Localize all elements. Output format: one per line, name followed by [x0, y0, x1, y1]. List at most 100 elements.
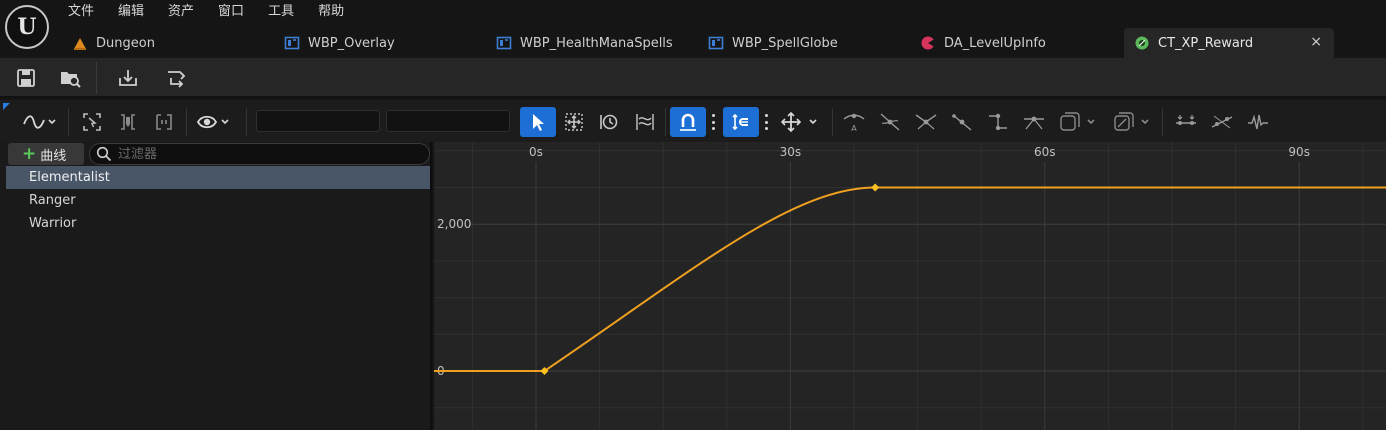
elementalist-curve[interactable]: [434, 186, 1386, 372]
user-tangent-icon: [880, 113, 900, 131]
auto-tangent-button[interactable]: A: [838, 107, 870, 137]
tab-wbp-spellglobe[interactable]: WBP_SpellGlobe: [698, 28, 898, 58]
save-icon[interactable]: [14, 66, 38, 90]
tab-label: Dungeon: [96, 35, 155, 51]
tab-label: DA_LevelUpInfo: [944, 35, 1046, 51]
select-tool-button[interactable]: [520, 107, 556, 137]
user-tangent-button[interactable]: [874, 107, 906, 137]
multi-curve-tool-button[interactable]: [629, 107, 661, 137]
major-grid: [470, 162, 1386, 430]
key-time-field[interactable]: [256, 110, 380, 132]
auto-tangent-icon: A: [843, 113, 865, 133]
magnet-icon: [680, 113, 696, 131]
pre-infinity-dropdown[interactable]: [1056, 107, 1100, 137]
retime-icon: [600, 114, 618, 130]
key-points: [540, 183, 880, 375]
snap-value-button[interactable]: [670, 107, 706, 137]
reimport-icon[interactable]: [164, 66, 188, 90]
transform-icon: [565, 113, 583, 131]
toolbar-divider: [832, 108, 833, 136]
break-tangent-button[interactable]: [910, 107, 942, 137]
menu-asset[interactable]: 资产: [156, 2, 206, 22]
close-tab-icon[interactable]: ×: [1310, 34, 1322, 50]
toolbar-divider: [186, 108, 187, 136]
curve-key-point[interactable]: [871, 183, 880, 192]
menu-tools[interactable]: 工具: [256, 2, 306, 22]
tab-wbp-overlay[interactable]: WBP_Overlay: [274, 28, 474, 58]
curve-filter-icon: [1248, 114, 1268, 130]
browse-asset-icon[interactable]: [58, 66, 82, 90]
y-tick-label: 2,000: [437, 217, 471, 231]
svg-text:A: A: [851, 124, 857, 133]
eye-icon: [196, 115, 229, 129]
unreal-logo-icon[interactable]: U: [5, 5, 49, 49]
axis-snap-dropdown[interactable]: [778, 107, 822, 137]
menu-bar: 文件 编辑 资产 窗口 工具 帮助: [56, 2, 356, 22]
tab-dungeon[interactable]: Dungeon: [62, 28, 262, 58]
curve-graph-view[interactable]: 0s 30s 60s 90s 2,000 0: [434, 142, 1386, 430]
visibility-dropdown[interactable]: [194, 107, 234, 137]
toolbar-divider: [1162, 108, 1163, 136]
multi-curve-icon: [636, 114, 654, 130]
menu-file[interactable]: 文件: [56, 2, 106, 22]
curve-table-icon: [1135, 36, 1149, 50]
tab-ct-xp-reward[interactable]: CT_XP_Reward ×: [1124, 28, 1334, 58]
asset-toolbar: [0, 58, 1386, 98]
tab-wbp-healthmanaspells[interactable]: WBP_HealthManaSpells: [486, 28, 686, 58]
post-infinity-dropdown[interactable]: [1110, 107, 1154, 137]
curve-filter-button[interactable]: [1242, 107, 1274, 137]
data-asset-icon: [921, 36, 935, 50]
curve-row-ranger[interactable]: Ranger: [6, 189, 430, 212]
widget-blueprint-icon: [708, 36, 724, 50]
transform-tool-button[interactable]: [558, 107, 590, 137]
retime-tool-button[interactable]: [593, 107, 625, 137]
frame-horizontal-button[interactable]: [112, 107, 144, 137]
cursor-icon: [533, 114, 544, 131]
toolbar-divider: [96, 62, 97, 94]
frame-horizontal-icon: [121, 114, 135, 130]
tab-label: WBP_SpellGlobe: [732, 35, 838, 51]
flatten-keys-button[interactable]: [1170, 107, 1202, 137]
frame-selection-button[interactable]: [76, 107, 108, 137]
import-icon[interactable]: [116, 66, 140, 90]
tick-labels: 0s 30s 60s 90s2,0000: [437, 145, 1310, 378]
flatten-tangent-button[interactable]: [1018, 107, 1050, 137]
curve-view-icon: [23, 115, 56, 129]
flatten-keys-icon: [1176, 115, 1196, 125]
straighten-keys-button[interactable]: [1206, 107, 1238, 137]
curve-view-mode-dropdown[interactable]: [20, 107, 60, 137]
curve-table-editor: U 文件 编辑 资产 窗口 工具 帮助 Dungeon WBP_Overlay …: [0, 0, 1386, 430]
x-tick-label: 0s: [529, 145, 543, 159]
curve-list: Elementalist Ranger Warrior: [6, 166, 430, 235]
toolbar-divider: [246, 108, 247, 136]
title-bar: U 文件 编辑 资产 窗口 工具 帮助 Dungeon WBP_Overlay …: [0, 0, 1386, 58]
break-tangent-icon: [915, 114, 937, 130]
key-value-field[interactable]: [386, 110, 510, 132]
constant-tangent-button[interactable]: [982, 107, 1014, 137]
curve-row-elementalist[interactable]: Elementalist: [6, 166, 430, 189]
snap-time-options[interactable]: [762, 110, 770, 134]
menu-edit[interactable]: 编辑: [106, 2, 156, 22]
linear-tangent-button[interactable]: [946, 107, 978, 137]
search-input[interactable]: [118, 146, 418, 162]
curve-row-warrior[interactable]: Warrior: [6, 212, 430, 235]
snap-value-options[interactable]: [709, 110, 717, 134]
minor-grid: [434, 142, 1386, 430]
tab-label: CT_XP_Reward: [1158, 35, 1254, 51]
menu-help[interactable]: 帮助: [306, 2, 356, 22]
move-axis-icon: [780, 111, 817, 133]
document-tabs: Dungeon WBP_Overlay WBP_HealthManaSpells…: [62, 28, 1386, 58]
toolbar-divider: [68, 108, 69, 136]
curve-editor-toolbar: A: [0, 100, 1386, 142]
frame-all-button[interactable]: [148, 107, 180, 137]
panel-corner-marker: [3, 103, 10, 110]
pre-infinity-icon: [1060, 112, 1095, 131]
snap-time-button[interactable]: [723, 107, 759, 137]
tab-da-levelupinfo[interactable]: DA_LevelUpInfo: [910, 28, 1110, 58]
menu-window[interactable]: 窗口: [206, 2, 256, 22]
frame-selection-icon: [83, 113, 101, 131]
add-curve-button[interactable]: + 曲线: [8, 143, 84, 165]
flatten-tangent-icon: [1024, 116, 1044, 130]
curve-filter-box[interactable]: [89, 143, 430, 165]
curve-graph-canvas[interactable]: 0s 30s 60s 90s2,0000: [434, 142, 1386, 430]
